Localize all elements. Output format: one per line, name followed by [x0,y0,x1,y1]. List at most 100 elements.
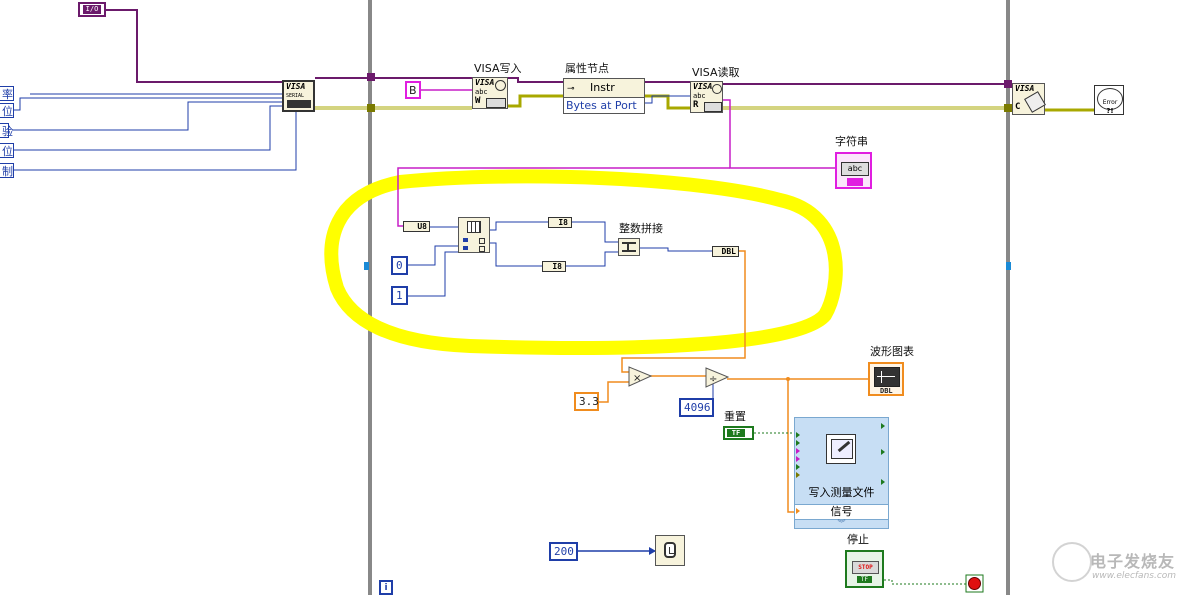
visa-read-icon-letter: R [693,100,699,110]
property-node[interactable]: ⊸ Instr Bytes at Port [563,78,645,114]
refnum-wires [100,9,1007,85]
wait-ms-node[interactable] [655,535,685,566]
stop-if-true-icon [968,577,981,590]
property-bytes-at-port[interactable]: Bytes at Port [564,98,644,114]
connector-icon [486,98,506,108]
visa-serial-icon-text: VISA [286,82,306,91]
waveform-chart-terminal[interactable]: DBL [868,362,904,396]
string-type-badge [847,178,863,186]
error-tunnel-in [367,104,375,112]
visa-write-icon-abc: abc [475,88,488,96]
output-arrows-right [881,423,886,485]
numeric-constant-0[interactable]: 0 [391,256,408,275]
property-node-ref-icon: ⊸ [567,84,575,94]
while-loop-right-border [1006,0,1010,595]
visa-read-node[interactable]: VISA abc R [690,81,723,113]
iteration-terminal[interactable]: i [379,580,393,595]
index-out-2 [479,246,485,252]
watermark-text: 电子发烧友 [1090,552,1176,571]
property-node-header: ⊸ Instr [564,79,644,98]
visa-write-node[interactable]: VISA abc W [472,77,508,109]
clock-icon [495,80,506,91]
property-node-label: 属性节点 [565,62,609,75]
divide-symbol: ÷ [709,374,717,385]
baud-rate-control[interactable]: 率 [0,86,14,101]
string-indicator[interactable]: abc [835,152,872,189]
close-icon [1024,91,1046,113]
waveform-chart-type: DBL [880,387,893,395]
multiply-symbol: × [633,373,641,384]
serial-port-icon [287,100,311,108]
error-tunnel-out [1004,104,1012,112]
visa-read-icon-text: VISA [693,82,713,91]
numeric-constant-4096[interactable]: 4096 [679,398,714,417]
write-file-icon [826,434,856,464]
array-grid-icon [467,221,481,233]
signal-input-arrow [796,508,800,514]
refnum-tunnel-in [367,73,375,81]
u8-conversion-node[interactable]: U8 [403,221,430,232]
watermark-logo [1052,542,1092,582]
stop-bits-control[interactable]: 位 [0,143,14,158]
visa-serial-icon-sub: SERIAL [286,93,305,99]
flow-control-control[interactable]: 制 [0,163,14,178]
simple-error-handler-node[interactable]: Error ?! [1094,85,1124,115]
visa-close-icon-text: VISA [1015,84,1035,93]
reset-boolean-control[interactable]: TF [723,426,754,440]
float-junction [786,377,790,381]
input-arrows-left [796,432,802,492]
numeric-constant-1[interactable]: 1 [391,286,408,305]
connector-icon [704,102,722,112]
data-bits-control[interactable]: 位 [0,103,14,118]
signal-terminal[interactable]: 信号 [795,504,888,520]
join-numbers-label: 整数拼接 [619,222,663,235]
index-array-node[interactable] [458,217,490,253]
visa-close-icon-letter: C [1015,102,1021,112]
stop-button-face: STOP [852,561,879,574]
visa-write-icon-text: VISA [475,78,495,87]
visa-write-icon-letter: W [475,96,481,106]
i8-conversion-bottom[interactable]: I8 [542,261,566,272]
dbl-conversion-node[interactable]: DBL [712,246,739,257]
clock-icon [712,84,722,94]
numeric-constant-200[interactable]: 200 [549,542,578,561]
string-indicator-label: 字符串 [835,135,868,148]
string-indicator-display: abc [841,162,869,176]
numeric-constant-3-3[interactable]: 3.3 [574,392,599,411]
property-node-class: Instr [590,81,615,94]
while-loop-left-border [368,0,372,595]
watch-icon [664,542,676,558]
visa-write-label: VISA写入 [474,62,522,75]
watermark-url: www.elecfans.com [1092,571,1177,581]
error-speech-bubble: Error ?! [1097,88,1123,115]
visa-close-node[interactable]: VISA C [1012,83,1046,115]
visa-resource-constant[interactable]: I/O [78,2,106,17]
integer-wires [12,93,714,406]
signal-terminal-label: 信号 [830,505,853,518]
stop-type-badge: TF [857,576,872,583]
loop-tunnel-right [1006,262,1011,270]
index-term-2 [463,246,468,250]
waveform-chart-label: 波形图表 [870,345,914,358]
reset-boolean-badge: TF [727,429,745,437]
visa-resource-name: I/O [83,5,101,14]
visa-read-icon-abc: abc [693,92,706,100]
parity-control[interactable]: 验 [0,123,13,138]
write-measurement-file-title: 写入测量文件 [808,486,875,499]
expand-chevron-icon[interactable]: ︾ [795,519,888,528]
reset-label: 重置 [724,410,746,423]
i8-conversion-top[interactable]: I8 [548,217,572,228]
index-out-1 [479,238,485,244]
join-numbers-node[interactable] [618,238,640,256]
loop-tunnel-left [364,262,369,270]
visa-read-label: VISA读取 [692,66,740,79]
waveform-chart-icon [874,367,900,387]
stop-label: 停止 [847,533,869,546]
join-numbers-icon [622,242,636,252]
stop-button-terminal[interactable]: STOP TF [845,550,884,588]
refnum-tunnel-out [1004,80,1012,88]
visa-configure-serial-node[interactable]: VISA SERIAL [282,80,315,112]
write-measurement-file-express-vi[interactable]: 写入测量文件 信号 ︾ [794,417,889,529]
error-question-mark: ?! [1106,107,1114,115]
string-constant-b[interactable]: B [405,81,421,99]
